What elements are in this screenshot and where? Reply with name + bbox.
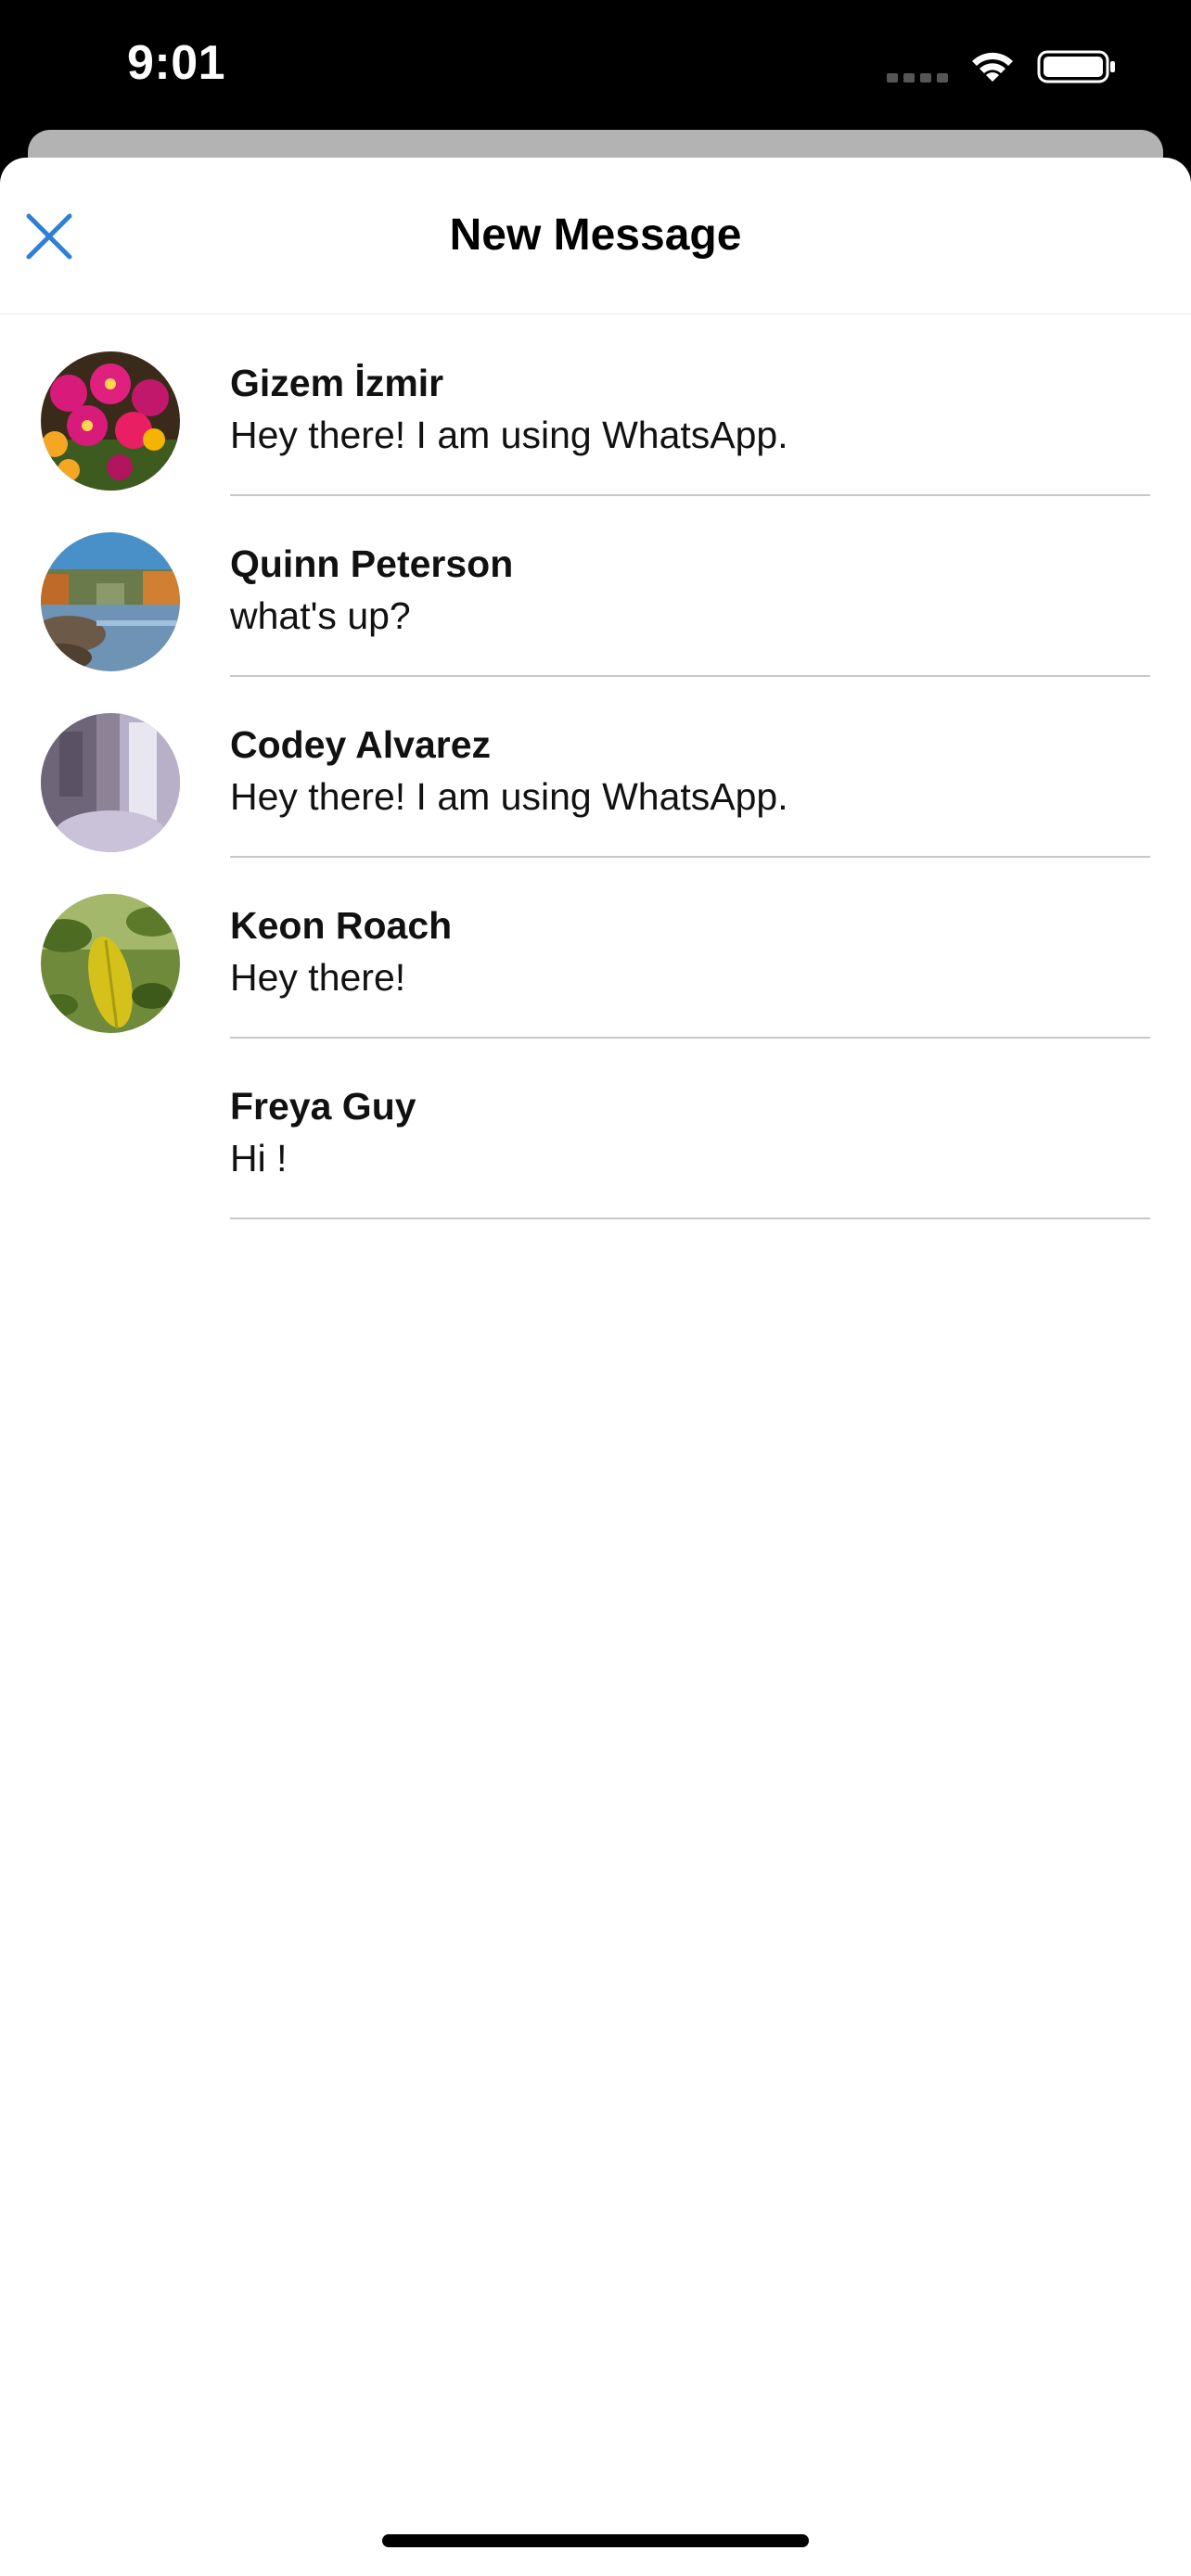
status-time: 9:01: [127, 36, 226, 90]
battery-icon: [1037, 50, 1115, 83]
contact-status: what's up?: [230, 594, 411, 637]
contact-text: Gizem İzmir Hey there! I am using WhatsA…: [230, 348, 1150, 496]
home-indicator: [382, 2534, 809, 2547]
contact-row[interactable]: Gizem İzmir Hey there! I am using WhatsA…: [0, 314, 1191, 496]
contact-row[interactable]: Freya Guy Hi !: [0, 1038, 1191, 1219]
screen: 9:01 New Message Gizem İzmir Hey there! …: [0, 0, 1191, 2576]
status-icons: [887, 46, 1117, 87]
contact-name: Keon Roach: [230, 904, 453, 947]
wifi-icon: [972, 52, 1013, 82]
new-message-sheet: New Message Gizem İzmir Hey there! I am …: [0, 158, 1191, 2576]
contact-text: Freya Guy Hi !: [230, 1071, 1150, 1219]
contact-name: Codey Alvarez: [230, 723, 492, 766]
contact-status: Hi !: [230, 1137, 288, 1180]
contact-text: Keon Roach Hey there!: [230, 890, 1150, 1039]
nav-bar: New Message: [0, 158, 1191, 314]
contact-status: Hey there!: [230, 956, 406, 999]
contact-status: Hey there! I am using WhatsApp.: [230, 414, 788, 456]
contact-text: Codey Alvarez Hey there! I am using What…: [230, 709, 1150, 858]
contact-name: Gizem İzmir: [230, 362, 444, 404]
contact-status: Hey there! I am using WhatsApp.: [230, 775, 788, 818]
avatar: [41, 351, 180, 491]
contact-name: Freya Guy: [230, 1085, 416, 1128]
page-title: New Message: [449, 210, 742, 260]
contact-list: Gizem İzmir Hey there! I am using WhatsA…: [0, 314, 1191, 1219]
status-bar: 9:01: [0, 0, 1191, 130]
cellular-signal-icon: [887, 64, 948, 83]
contact-name: Quinn Peterson: [230, 542, 514, 585]
contact-row[interactable]: Quinn Peterson what's up?: [0, 495, 1191, 677]
avatar: [41, 532, 180, 671]
contact-row[interactable]: Codey Alvarez Hey there! I am using What…: [0, 676, 1191, 858]
avatar: [41, 894, 180, 1033]
contact-row[interactable]: Keon Roach Hey there!: [0, 857, 1191, 1039]
avatar: [41, 713, 180, 852]
contact-text: Quinn Peterson what's up?: [230, 529, 1150, 677]
